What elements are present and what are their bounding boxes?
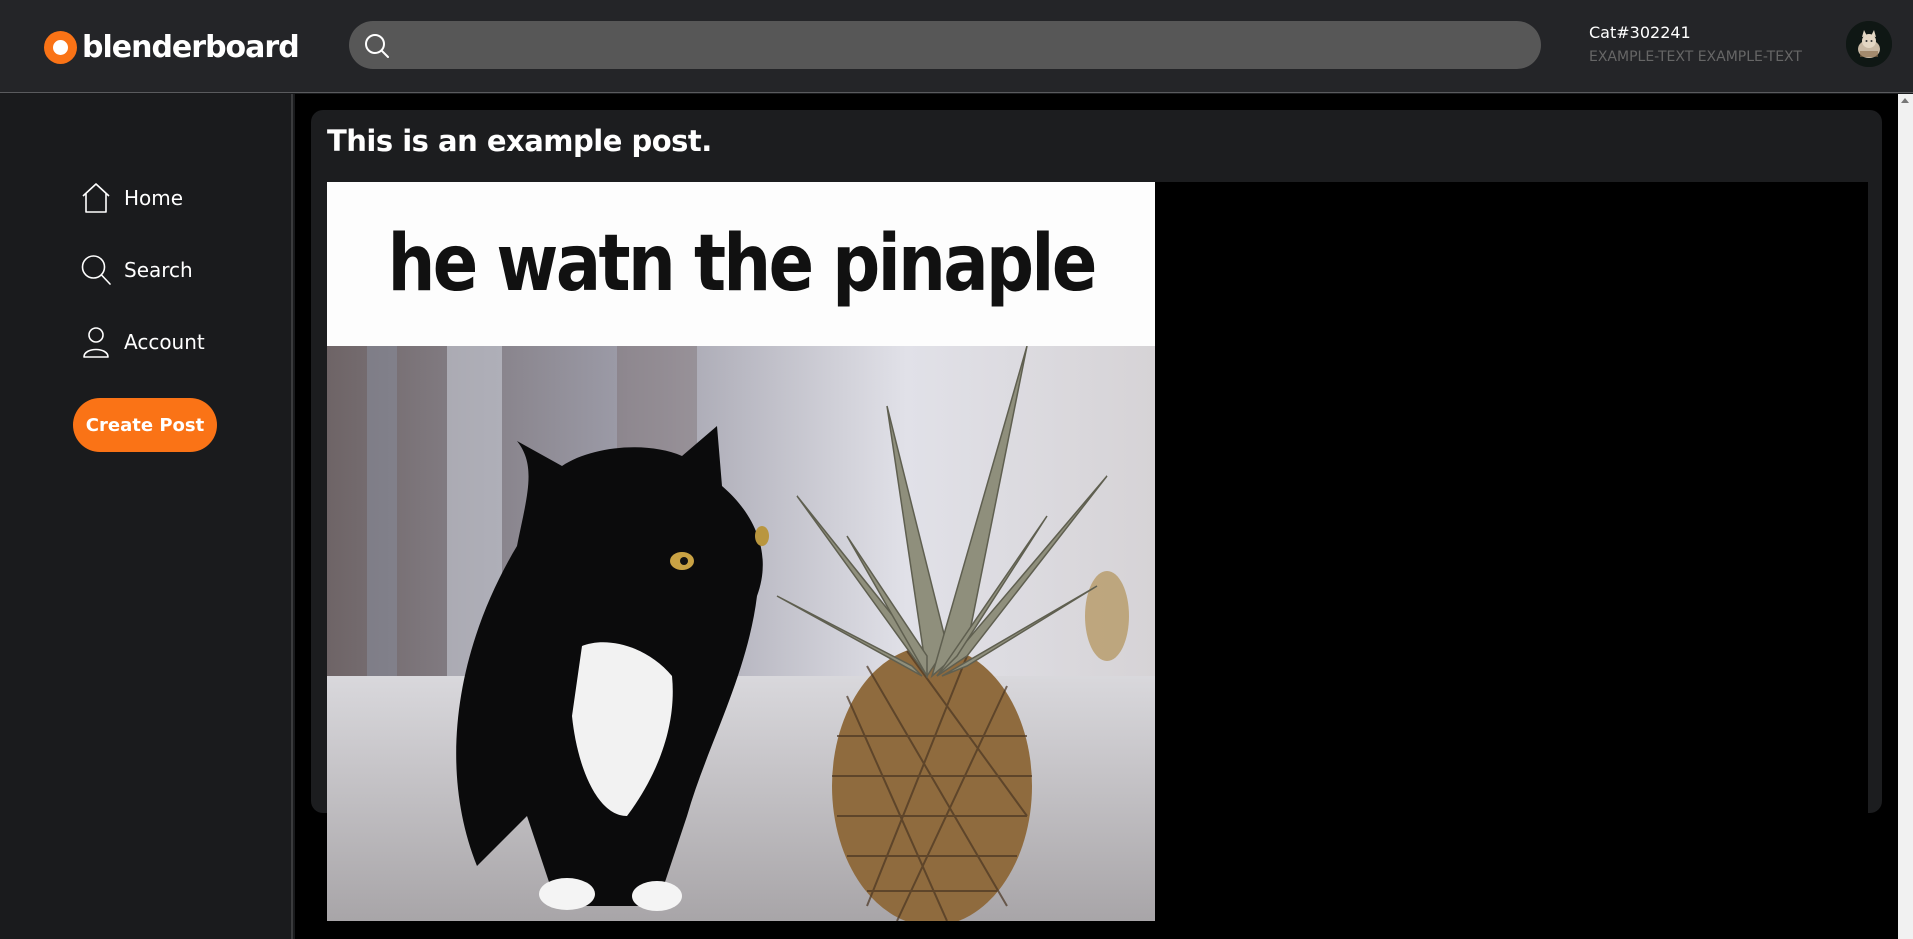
user-icon — [83, 327, 109, 358]
image-caption-text: he watn the pinaple — [387, 219, 1097, 309]
top-header: blenderboard Cat#302241 EXAMPLE-TEXT EXA… — [0, 0, 1913, 93]
sidebar-item-home[interactable]: Home — [80, 178, 183, 218]
sidebar-item-account[interactable]: Account — [80, 322, 205, 362]
sidebar-item-label: Search — [124, 258, 193, 282]
user-status-text: EXAMPLE-TEXT EXAMPLE-TEXT — [1589, 49, 1802, 65]
user-name[interactable]: Cat#302241 — [1589, 23, 1691, 42]
search-icon — [365, 34, 389, 58]
logo-text: blenderboard — [82, 29, 300, 65]
sidebar-item-label: Account — [124, 330, 205, 354]
search-bar[interactable] — [349, 21, 1541, 69]
post-image[interactable]: he watn the pinaple — [327, 182, 1155, 921]
create-post-button[interactable]: Create Post — [73, 398, 217, 452]
sidebar-item-search[interactable]: Search — [80, 250, 193, 290]
post-title: This is an example post. — [327, 124, 712, 158]
image-caption-band: he watn the pinaple — [327, 182, 1155, 346]
search-icon — [81, 255, 111, 285]
avatar[interactable] — [1846, 21, 1892, 67]
search-input[interactable] — [401, 21, 1521, 69]
home-icon — [82, 183, 110, 213]
sidebar: Home Search Account Create Post — [0, 94, 293, 939]
sidebar-item-label: Home — [124, 186, 184, 210]
cat-pineapple-photo — [327, 346, 1155, 921]
avatar-image — [1846, 21, 1892, 67]
page-scrollbar[interactable] — [1898, 94, 1913, 939]
logo-mark-icon — [44, 30, 77, 64]
app-logo[interactable]: blenderboard — [44, 27, 300, 67]
scroll-up-icon[interactable] — [1901, 98, 1909, 103]
